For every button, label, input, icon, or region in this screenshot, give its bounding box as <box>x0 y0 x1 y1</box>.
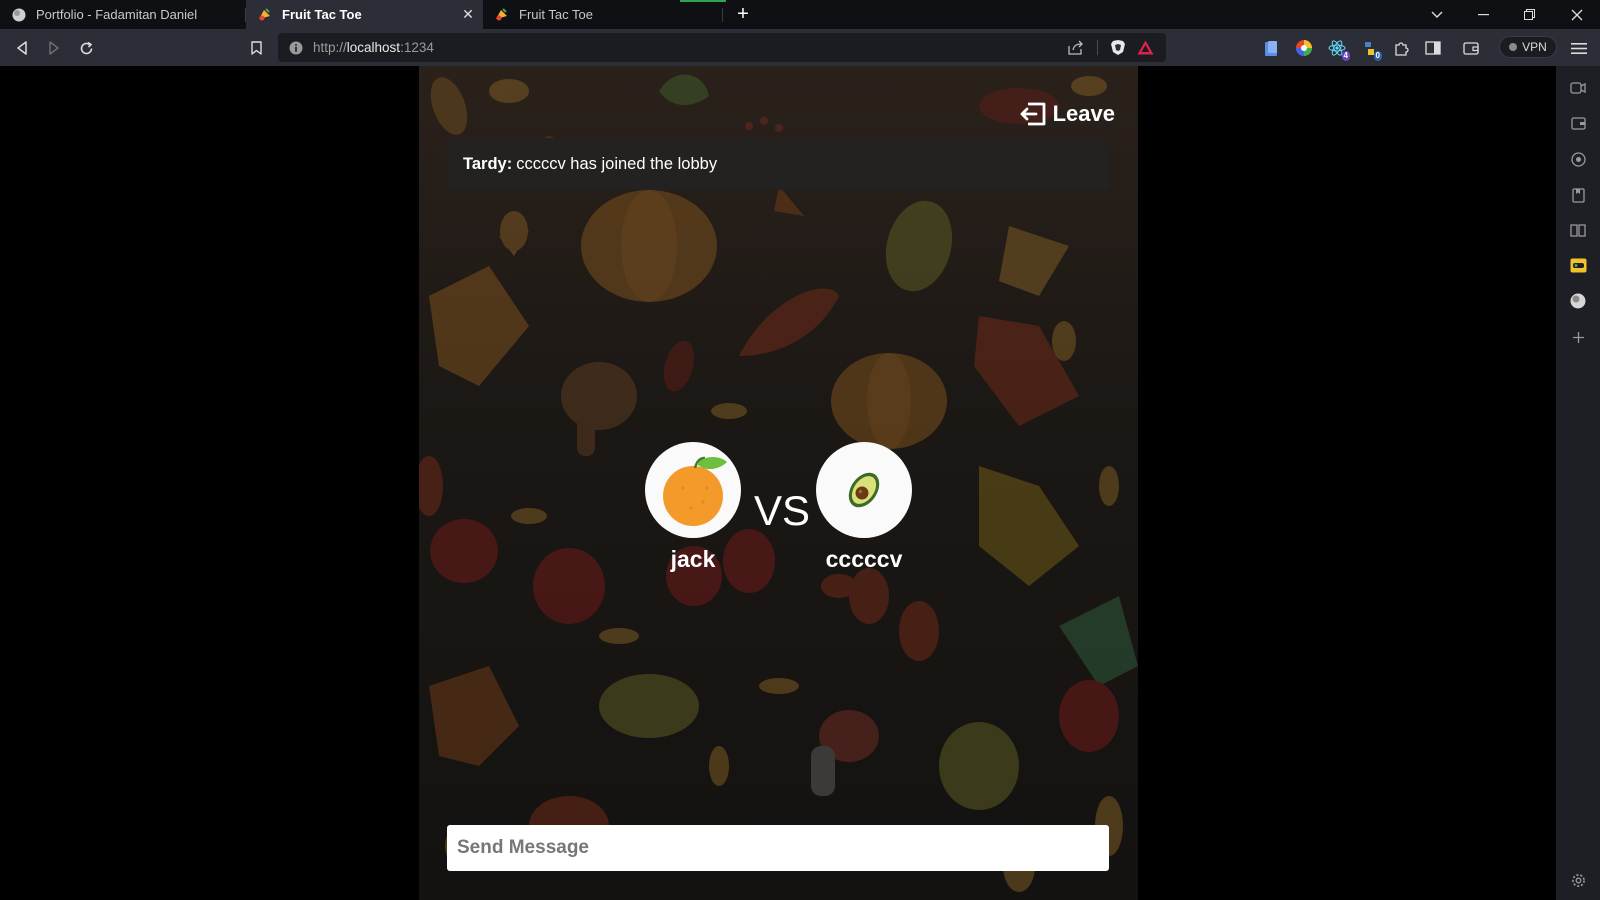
news-icon[interactable] <box>1569 150 1587 168</box>
tab-title: Fruit Tac Toe <box>282 7 362 22</box>
pinned-extension-icon[interactable] <box>1569 256 1587 274</box>
fruit-favicon-icon <box>494 7 509 22</box>
tab-title: Fruit Tac Toe <box>519 7 593 22</box>
brave-shields-icon[interactable] <box>1110 39 1126 61</box>
versus-label: VS <box>754 487 811 534</box>
reload-icon[interactable] <box>76 38 96 58</box>
back-arrow-icon[interactable] <box>12 38 32 58</box>
extension-badge: 4 <box>1341 51 1350 61</box>
leave-button[interactable]: Leave <box>1020 100 1115 128</box>
extension-react-devtools-icon[interactable]: 4 <box>1327 38 1350 61</box>
avocado-icon <box>848 472 880 508</box>
extension-python-icon[interactable]: 0 <box>1359 38 1382 61</box>
player-name: jack <box>670 546 716 572</box>
fruit-favicon-icon <box>257 7 272 22</box>
vpn-label: VPN <box>1522 40 1547 54</box>
lobby-notification: Tardy: cccccv has joined the lobby <box>447 138 1109 190</box>
browser-side-panel <box>1556 66 1600 900</box>
extensions-puzzle-icon[interactable] <box>1392 38 1412 58</box>
extension-badge: 0 <box>1373 51 1382 61</box>
tab-search-chevron-icon[interactable] <box>1414 0 1460 29</box>
send-message-input[interactable] <box>447 825 1109 871</box>
tab-strip: Portfolio - Fadamitan Daniel Fruit Tac T… <box>0 0 1600 29</box>
autumn-background-pattern <box>419 74 1138 892</box>
player-two: cccccv <box>816 442 912 573</box>
pinned-site-icon[interactable] <box>1569 292 1587 310</box>
tab-fruit-tac-toe-active[interactable]: Fruit Tac Toe ✕ <box>246 0 483 29</box>
close-tab-icon[interactable]: ✕ <box>461 7 475 21</box>
restore-button[interactable] <box>1506 0 1552 29</box>
player-one: jack <box>645 442 741 573</box>
site-info-icon[interactable] <box>289 41 303 55</box>
leave-door-icon <box>1020 102 1046 126</box>
address-bar[interactable]: http://localhost:1234 <box>278 33 1166 62</box>
tab-title: Portfolio - Fadamitan Daniel <box>36 7 198 22</box>
globe-favicon-icon <box>11 7 26 22</box>
player-avatar <box>645 442 741 538</box>
leave-label: Leave <box>1052 101 1115 126</box>
menu-hamburger-icon[interactable] <box>1569 38 1589 58</box>
tab-portfolio[interactable]: Portfolio - Fadamitan Daniel <box>0 0 246 29</box>
url-text: http://localhost:1234 <box>313 40 434 55</box>
panel-settings-gear-icon[interactable] <box>1569 871 1587 889</box>
new-tab-button[interactable]: + <box>733 4 753 24</box>
forward-arrow-icon[interactable] <box>44 38 64 58</box>
sidebar-toggle-icon[interactable] <box>1423 38 1443 58</box>
extension-notes-icon[interactable] <box>1261 38 1281 58</box>
wallet-icon[interactable] <box>1461 38 1481 58</box>
bookmark-icon[interactable] <box>246 38 266 58</box>
talk-icon[interactable] <box>1569 79 1587 97</box>
close-window-button[interactable] <box>1554 0 1600 29</box>
reading-list-icon[interactable] <box>1569 221 1587 239</box>
share-icon[interactable] <box>1068 40 1084 60</box>
minimize-button[interactable] <box>1460 0 1506 29</box>
player-avatar <box>816 442 912 538</box>
game-lobby-page: Leave Tardy: cccccv has joined the lobby… <box>419 66 1138 900</box>
brave-rewards-icon[interactable] <box>1137 40 1154 60</box>
vpn-button[interactable]: VPN <box>1499 36 1557 58</box>
add-panel-icon[interactable] <box>1569 328 1587 346</box>
player-name: cccccv <box>825 546 903 572</box>
browser-toolbar: http://localhost:1234 4 0 VPN <box>0 29 1600 66</box>
tab-fruit-tac-toe[interactable]: Fruit Tac Toe <box>483 0 722 29</box>
tab-divider <box>722 8 723 22</box>
vpn-status-dot-icon <box>1509 43 1518 51</box>
notification-sender: Tardy: <box>463 154 513 173</box>
extension-color-picker-icon[interactable] <box>1294 38 1314 58</box>
bookmarks-panel-icon[interactable] <box>1569 186 1587 204</box>
wallet-panel-icon[interactable] <box>1569 114 1587 132</box>
url-divider <box>1097 40 1098 55</box>
notification-text: cccccv has joined the lobby <box>516 154 718 173</box>
orange-icon <box>663 456 727 526</box>
